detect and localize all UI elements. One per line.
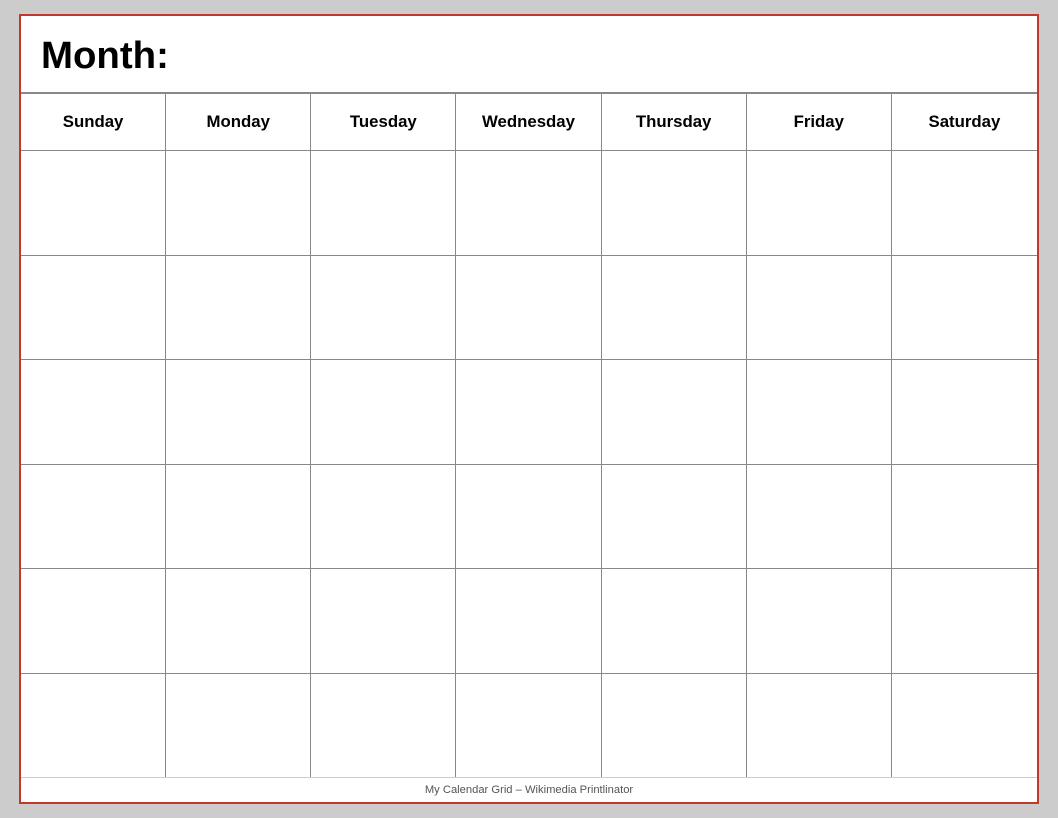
day-cell[interactable] xyxy=(602,569,747,673)
day-header-tuesday: Tuesday xyxy=(311,94,456,150)
week-row-3 xyxy=(21,360,1037,465)
day-cell[interactable] xyxy=(602,151,747,255)
day-cell[interactable] xyxy=(456,465,601,569)
day-cell[interactable] xyxy=(21,256,166,360)
day-cell[interactable] xyxy=(602,256,747,360)
day-cell[interactable] xyxy=(166,360,311,464)
day-cell[interactable] xyxy=(602,465,747,569)
day-cell[interactable] xyxy=(747,674,892,778)
day-cell[interactable] xyxy=(456,151,601,255)
day-cell[interactable] xyxy=(21,674,166,778)
day-cell[interactable] xyxy=(166,256,311,360)
day-cell[interactable] xyxy=(311,674,456,778)
day-cell[interactable] xyxy=(456,360,601,464)
footer-text: My Calendar Grid – Wikimedia Printlinato… xyxy=(425,784,633,796)
day-cell[interactable] xyxy=(311,151,456,255)
day-cell[interactable] xyxy=(311,360,456,464)
weeks-container xyxy=(21,151,1037,777)
day-header-wednesday: Wednesday xyxy=(456,94,601,150)
day-cell[interactable] xyxy=(892,360,1037,464)
day-cell[interactable] xyxy=(166,465,311,569)
day-cell[interactable] xyxy=(311,465,456,569)
week-row-6 xyxy=(21,674,1037,778)
day-header-friday: Friday xyxy=(747,94,892,150)
day-cell[interactable] xyxy=(311,256,456,360)
day-cell[interactable] xyxy=(21,151,166,255)
day-header-monday: Monday xyxy=(166,94,311,150)
week-row-2 xyxy=(21,256,1037,361)
day-headers-row: SundayMondayTuesdayWednesdayThursdayFrid… xyxy=(21,94,1037,151)
day-cell[interactable] xyxy=(166,569,311,673)
day-cell[interactable] xyxy=(21,569,166,673)
day-cell[interactable] xyxy=(456,674,601,778)
day-cell[interactable] xyxy=(166,151,311,255)
calendar-grid: SundayMondayTuesdayWednesdayThursdayFrid… xyxy=(21,94,1037,777)
day-cell[interactable] xyxy=(21,465,166,569)
day-cell[interactable] xyxy=(892,674,1037,778)
day-cell[interactable] xyxy=(21,360,166,464)
day-cell[interactable] xyxy=(602,674,747,778)
day-cell[interactable] xyxy=(747,151,892,255)
day-cell[interactable] xyxy=(602,360,747,464)
day-cell[interactable] xyxy=(892,151,1037,255)
day-cell[interactable] xyxy=(311,569,456,673)
day-cell[interactable] xyxy=(747,465,892,569)
day-cell[interactable] xyxy=(166,674,311,778)
day-cell[interactable] xyxy=(892,256,1037,360)
day-cell[interactable] xyxy=(747,256,892,360)
week-row-1 xyxy=(21,151,1037,256)
week-row-4 xyxy=(21,465,1037,570)
day-cell[interactable] xyxy=(456,569,601,673)
day-cell[interactable] xyxy=(892,465,1037,569)
calendar-header: Month: xyxy=(21,16,1037,94)
week-row-5 xyxy=(21,569,1037,674)
day-cell[interactable] xyxy=(747,360,892,464)
day-header-thursday: Thursday xyxy=(602,94,747,150)
calendar-page: Month: SundayMondayTuesdayWednesdayThurs… xyxy=(19,14,1039,804)
month-title: Month: xyxy=(41,34,1017,78)
day-cell[interactable] xyxy=(892,569,1037,673)
footer: My Calendar Grid – Wikimedia Printlinato… xyxy=(21,777,1037,802)
day-cell[interactable] xyxy=(747,569,892,673)
day-cell[interactable] xyxy=(456,256,601,360)
day-header-saturday: Saturday xyxy=(892,94,1037,150)
day-header-sunday: Sunday xyxy=(21,94,166,150)
